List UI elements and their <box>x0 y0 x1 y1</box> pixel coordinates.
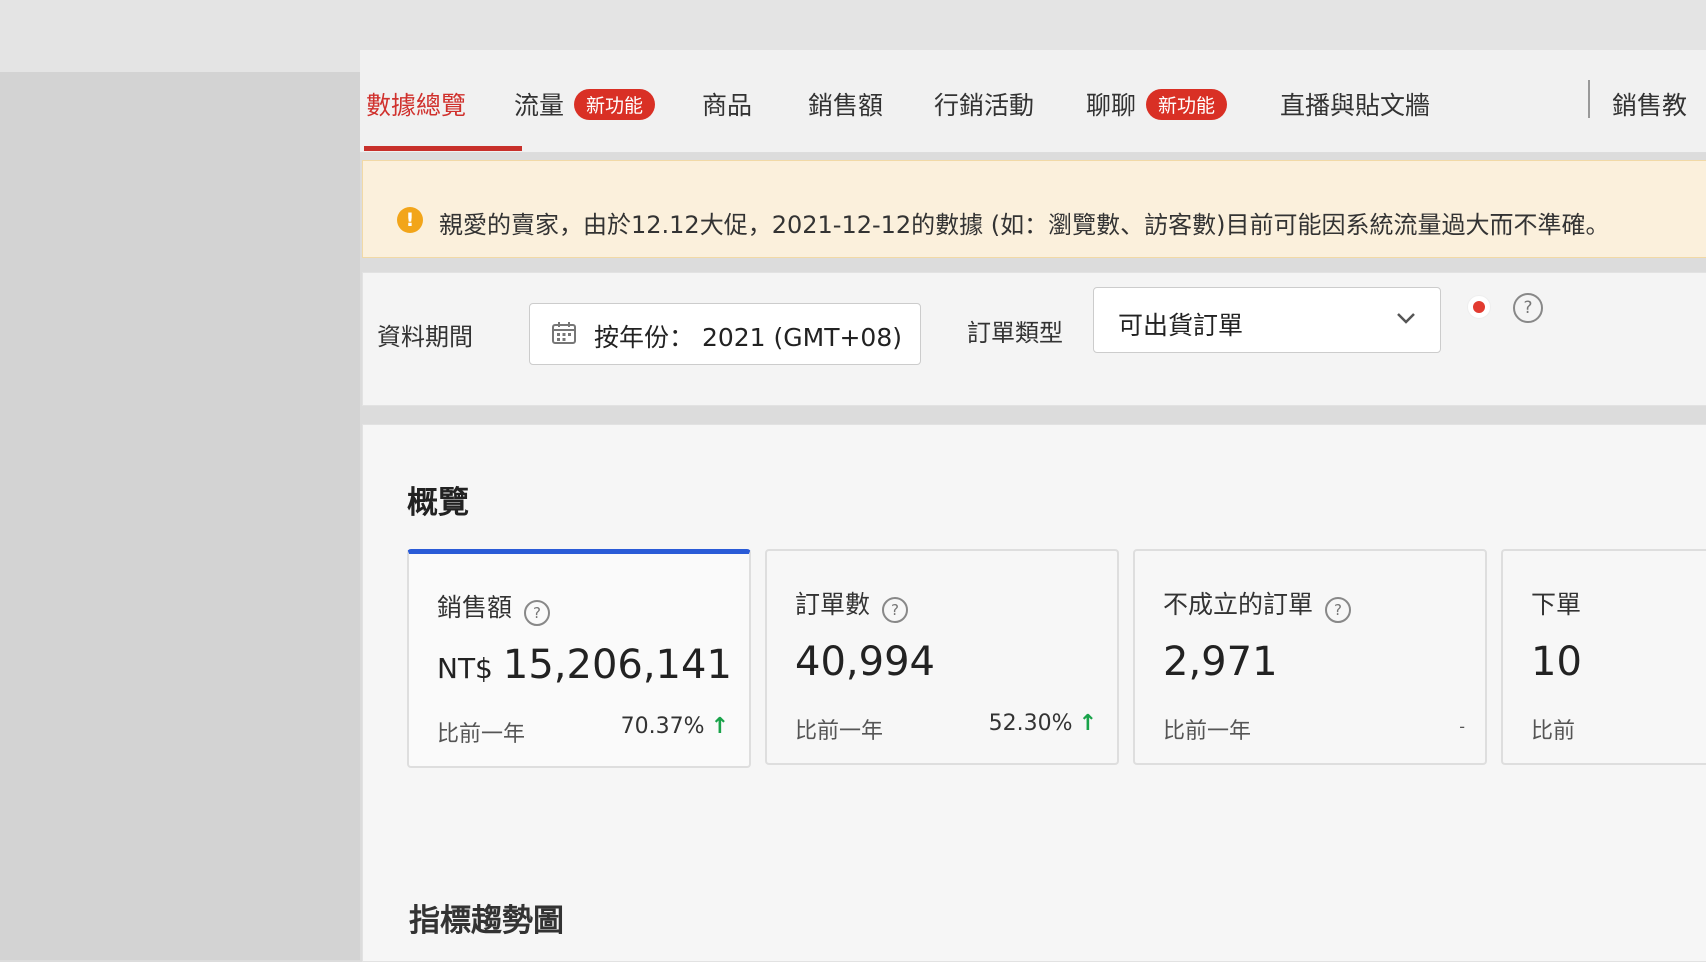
help-icon[interactable]: ? <box>524 600 551 626</box>
notice-banner: ! 親愛的賣家，由於12.12大促，2021-12-12的數據 (如：瀏覽數、訪… <box>362 160 1706 258</box>
new-feature-badge: 新功能 <box>574 89 656 120</box>
period-label: 資料期間 <box>377 323 473 351</box>
change-placeholder: - <box>1459 717 1465 736</box>
tab-products[interactable]: 商品 <box>702 86 752 122</box>
chevron-down-icon <box>1397 313 1415 324</box>
tab-traffic[interactable]: 流量 新功能 <box>514 86 656 122</box>
overview-panel: 概覽 銷售額? NT$ 15,206,141 比前一年 70.37% ↑ 訂單數? … <box>362 424 1706 962</box>
card-value: 10 <box>1531 639 1582 685</box>
order-type-value: 可出貨訂單 <box>1118 311 1244 340</box>
help-icon[interactable]: ? <box>1325 597 1352 623</box>
tab-label: 行銷活動 <box>934 91 1035 120</box>
compare-label: 比前一年 <box>1163 719 1252 744</box>
calendar-icon <box>552 322 576 344</box>
date-range-value: 按年份： 2021 (GMT+08) <box>594 323 902 352</box>
card-value: 2,971 <box>1163 639 1278 685</box>
tab-live-and-feed[interactable]: 直播與貼文牆 <box>1280 86 1430 122</box>
compare-label: 比前 <box>1531 719 1576 744</box>
warning-icon: ! <box>397 207 423 233</box>
arrow-up-icon: ↑ <box>710 714 729 739</box>
active-tab-indicator <box>364 146 522 151</box>
metric-card-orders-placed[interactable]: 下單 10 比前 <box>1501 549 1706 765</box>
tab-divider <box>1588 80 1590 118</box>
tab-data-overview[interactable]: 數據總覽 <box>366 86 466 122</box>
date-range-picker[interactable]: 按年份： 2021 (GMT+08) <box>529 303 921 365</box>
tab-chat[interactable]: 聊聊 新功能 <box>1086 86 1228 122</box>
tab-marketing[interactable]: 行銷活動 <box>934 86 1034 122</box>
record-dot-icon[interactable] <box>1467 295 1491 319</box>
currency-label: NT$ <box>437 652 493 685</box>
new-feature-badge: 新功能 <box>1146 89 1228 120</box>
tab-sales[interactable]: 銷售額 <box>808 86 883 122</box>
tab-label: 數據總覽 <box>366 91 467 120</box>
order-type-select[interactable]: 可出貨訂單 <box>1093 287 1441 353</box>
tab-bar: 數據總覽 流量 新功能 商品 銷售額 行銷活動 聊聊 新功能 直播與貼文牆 銷售教 <box>360 50 1706 153</box>
filter-bar: 資料期間 按年份： 2021 (GMT+08) 訂單類型 可出貨訂單 ? <box>362 272 1706 406</box>
tab-label: 銷售教 <box>1612 91 1688 120</box>
order-type-label: 訂單類型 <box>967 319 1063 347</box>
overview-title: 概覽 <box>407 485 469 521</box>
help-icon[interactable]: ? <box>882 597 909 623</box>
trend-chart-title: 指標趨勢圖 <box>409 903 564 939</box>
card-label: 銷售額? <box>437 588 551 626</box>
tab-label: 流量 <box>514 91 565 120</box>
tab-label: 聊聊 <box>1086 91 1137 120</box>
change-percent: 70.37% ↑ <box>620 714 729 739</box>
arrow-up-icon: ↑ <box>1078 711 1097 736</box>
card-value: 40,994 <box>795 639 935 685</box>
compare-label: 比前一年 <box>437 722 526 747</box>
card-label: 下單 <box>1531 590 1582 619</box>
metric-card-cancelled-orders[interactable]: 不成立的訂單? 2,971 比前一年 - <box>1133 549 1487 765</box>
tab-sales-education[interactable]: 銷售教 <box>1612 86 1687 122</box>
metric-card-orders[interactable]: 訂單數? 40,994 比前一年 52.30% ↑ <box>765 549 1119 765</box>
card-label: 訂單數? <box>795 585 909 623</box>
notice-text: 親愛的賣家，由於12.12大促，2021-12-12的數據 (如：瀏覽數、訪客數… <box>439 211 1610 239</box>
left-sidebar-area <box>0 72 360 960</box>
tab-label: 直播與貼文牆 <box>1280 91 1431 120</box>
metric-card-sales[interactable]: 銷售額? NT$ 15,206,141 比前一年 70.37% ↑ <box>407 549 751 768</box>
help-icon[interactable]: ? <box>1513 293 1543 323</box>
tab-label: 銷售額 <box>808 91 884 120</box>
compare-label: 比前一年 <box>795 719 884 744</box>
tab-label: 商品 <box>702 91 753 120</box>
change-percent: 52.30% ↑ <box>988 711 1097 736</box>
card-value: NT$ 15,206,141 <box>437 642 732 688</box>
card-label: 不成立的訂單? <box>1163 585 1352 623</box>
